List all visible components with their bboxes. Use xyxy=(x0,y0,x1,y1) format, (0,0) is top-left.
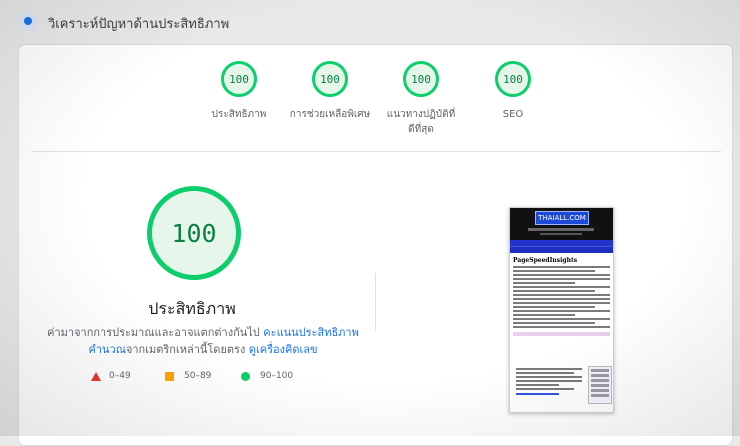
report-header: วิเคราะห์ปัญหาด้านประสิทธิภาพ xyxy=(0,0,740,42)
gauge-accessibility-score: 100 xyxy=(312,61,348,97)
legend-average: 50–89 xyxy=(165,371,211,381)
vertical-divider xyxy=(375,273,376,331)
performance-description: ค่ามาจากการประมาณและอาจแตกต่างกันไป คะแน… xyxy=(43,324,363,358)
gauge-accessibility-label: การช่วยเหลือพิเศษ xyxy=(289,109,371,120)
description-text-2: จากเมตริกเหล่านี้โดยตรง xyxy=(125,343,249,356)
category-badge-icon xyxy=(18,11,38,31)
thumbnail-header: THAIALL.COM xyxy=(510,208,613,240)
legend-pass-range: 90–100 xyxy=(260,371,294,381)
gauge-performance-score: 100 xyxy=(221,61,257,97)
legend-pass: 90–100 xyxy=(241,371,293,381)
gauge-accessibility[interactable]: 100 การช่วยเหลือพิเศษ xyxy=(282,61,378,122)
triangle-icon xyxy=(91,371,101,381)
section-divider xyxy=(31,151,721,152)
page-screenshot-thumbnail: THAIALL.COM PageSpeedInsights xyxy=(509,207,614,413)
description-text-1: ค่ามาจากการประมาณและอาจแตกต่างกันไป xyxy=(47,326,264,339)
square-icon xyxy=(165,371,174,381)
gauge-performance-label: ประสิทธิภาพ xyxy=(211,109,267,120)
gauge-best-practices-label: แนวทางปฏิบัติที่ดีที่สุด xyxy=(386,109,456,135)
gauge-seo-label: SEO xyxy=(502,109,524,120)
gauge-seo[interactable]: 100 SEO xyxy=(465,61,561,122)
gauge-seo-score: 100 xyxy=(495,61,531,97)
legend-fail: 0–49 xyxy=(91,371,131,381)
performance-title: ประสิทธิภาพ xyxy=(148,299,236,318)
legend-fail-range: 0–49 xyxy=(109,371,131,381)
gauge-performance[interactable]: 100 ประสิทธิภาพ xyxy=(191,61,287,122)
legend-average-range: 50–89 xyxy=(184,371,212,381)
report-title: วิเคราะห์ปัญหาด้านประสิทธิภาพ xyxy=(48,17,230,32)
gauge-best-practices[interactable]: 100 แนวทางปฏิบัติที่ดีที่สุด xyxy=(373,61,469,137)
report-card: 100 ประสิทธิภาพ 100 การช่วยเหลือพิเศษ 10… xyxy=(18,44,733,446)
category-gauges: 100 ประสิทธิภาพ 100 การช่วยเหลือพิเศษ 10… xyxy=(19,61,732,161)
gauge-best-practices-score: 100 xyxy=(403,61,439,97)
thumbnail-heading: PageSpeedInsights xyxy=(513,257,578,264)
performance-score-gauge: 100 xyxy=(147,186,241,280)
thumbnail-table xyxy=(588,366,612,404)
calculator-link[interactable]: ดูเครื่องคิดเลข xyxy=(249,343,318,356)
circle-icon xyxy=(241,371,250,381)
thumbnail-logo: THAIALL.COM xyxy=(535,211,589,225)
